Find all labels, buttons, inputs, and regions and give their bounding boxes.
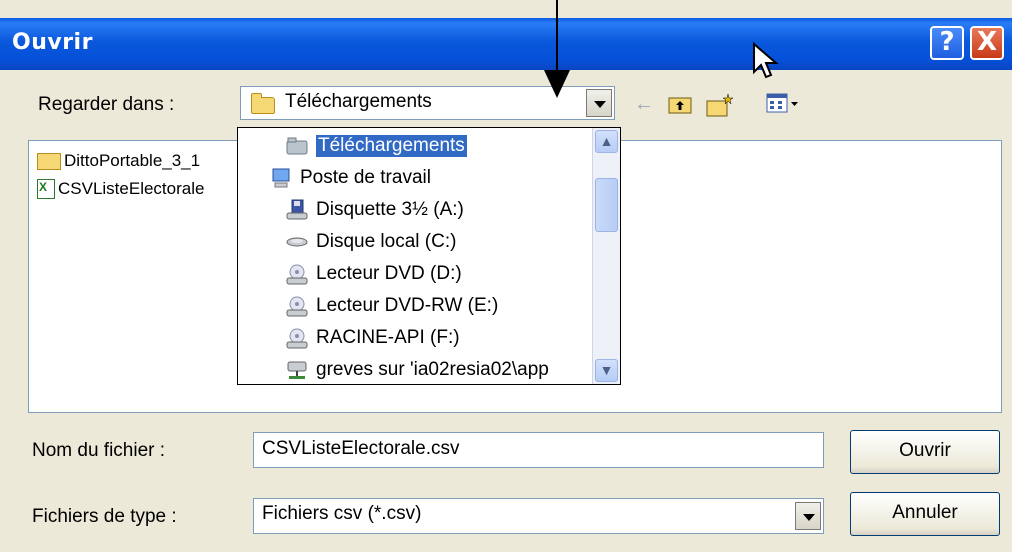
dropdown-item-label: Disque local (C:): [316, 231, 457, 252]
dropdown-scrollbar[interactable]: ▲ ▼: [592, 128, 620, 384]
list-item[interactable]: DittoPortable_3_1: [37, 151, 200, 171]
new-folder-icon[interactable]: [706, 92, 734, 117]
annotation-arrow-shaft: [556, 0, 558, 76]
help-button[interactable]: ?: [930, 26, 964, 60]
dropdown-item-floppy[interactable]: Disquette 3½ (A:): [286, 194, 464, 226]
dvd-drive-icon: [286, 327, 308, 349]
annotation-arrow-icon: [544, 70, 570, 98]
dropdown-item-my-computer[interactable]: Poste de travail: [270, 162, 431, 194]
filename-field[interactable]: CSVListeElectorale.csv: [253, 432, 824, 468]
folder-icon: [286, 135, 308, 157]
dropdown-item-network-drive[interactable]: greves sur 'ia02resia02\app: [286, 354, 549, 384]
scroll-down-icon[interactable]: ▼: [595, 359, 618, 382]
dropdown-item-label: Lecteur DVD-RW (E:): [316, 295, 499, 316]
look-in-dropdown[interactable]: Téléchargements Poste de travail Disquet…: [237, 127, 621, 385]
look-in-label: Regarder dans :: [38, 94, 175, 115]
excel-file-icon: [37, 179, 55, 199]
folder-icon: [37, 152, 61, 170]
scroll-thumb[interactable]: [595, 178, 618, 232]
dropdown-item-label: Poste de travail: [300, 167, 431, 188]
dvd-drive-icon: [286, 263, 308, 285]
dropdown-item-downloads[interactable]: Téléchargements: [286, 130, 467, 162]
back-arrow-icon[interactable]: ←: [632, 92, 656, 116]
cancel-button[interactable]: Annuler: [850, 492, 1000, 536]
hard-disk-icon: [286, 231, 308, 253]
dropdown-item-dvd-d[interactable]: Lecteur DVD (D:): [286, 258, 462, 290]
list-item[interactable]: CSVListeElectorale: [37, 179, 204, 199]
folder-up-icon[interactable]: [668, 92, 692, 116]
file-name: DittoPortable_3_1: [64, 151, 201, 170]
floppy-icon: [286, 199, 308, 221]
computer-icon: [270, 167, 292, 189]
chevron-down-icon[interactable]: [795, 502, 821, 530]
filetype-label: Fichiers de type :: [32, 506, 177, 527]
view-menu-icon[interactable]: [766, 92, 806, 116]
filetype-value: Fichiers csv (*.csv): [262, 503, 422, 524]
dropdown-item-label: Disquette 3½ (A:): [316, 199, 464, 220]
folder-icon: [251, 93, 275, 114]
network-drive-icon: [286, 359, 308, 381]
dropdown-item-local-disk[interactable]: Disque local (C:): [286, 226, 456, 258]
filename-label: Nom du fichier :: [32, 440, 166, 461]
close-button[interactable]: X: [970, 26, 1004, 60]
dropdown-item-dvd-e[interactable]: Lecteur DVD-RW (E:): [286, 290, 498, 322]
dialog-title: Ouvrir: [12, 30, 93, 55]
file-name: CSVListeElectorale: [58, 179, 205, 198]
dropdown-item-label: Lecteur DVD (D:): [316, 263, 462, 284]
scroll-up-icon[interactable]: ▲: [595, 130, 618, 153]
open-button[interactable]: Ouvrir: [850, 430, 1000, 474]
filetype-select[interactable]: Fichiers csv (*.csv): [253, 498, 824, 534]
dropdown-item-label: greves sur 'ia02resia02\app: [316, 359, 549, 380]
open-dialog: Ouvrir ? X Regarder dans : Téléchargemen…: [0, 0, 1012, 552]
dropdown-item-label: RACINE-API (F:): [316, 327, 460, 348]
chevron-down-icon[interactable]: [586, 89, 612, 117]
mouse-pointer-icon: [753, 42, 779, 79]
dvd-drive-icon: [286, 295, 308, 317]
dropdown-item-label: Téléchargements: [316, 135, 467, 157]
look-in-value: Téléchargements: [285, 91, 432, 112]
dropdown-item-racine-api[interactable]: RACINE-API (F:): [286, 322, 460, 354]
title-bar[interactable]: Ouvrir ? X: [0, 18, 1012, 70]
